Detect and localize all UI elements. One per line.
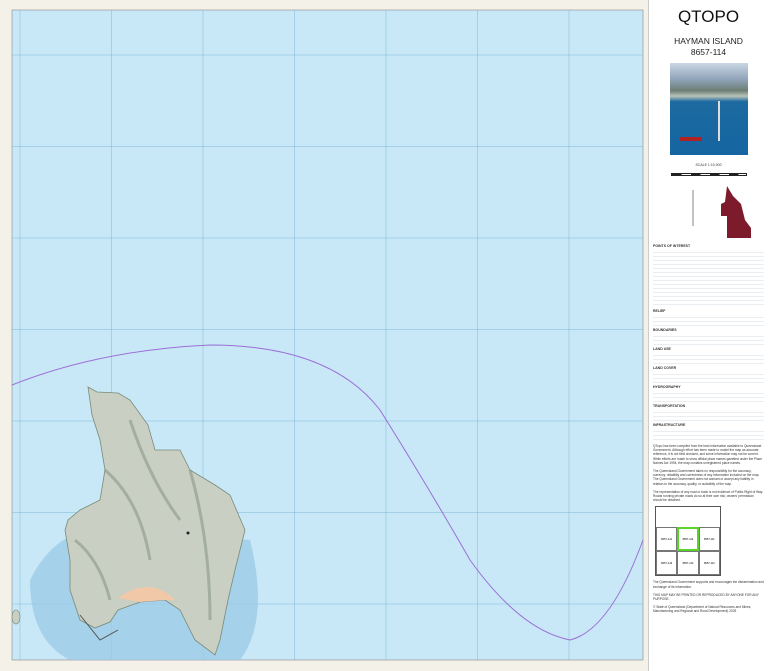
legend-section-title: POINTS OF INTEREST: [653, 244, 691, 248]
topographic-map[interactable]: [0, 0, 648, 671]
locator-area: [649, 176, 768, 242]
adjacent-sheet: 8657-141: [656, 527, 678, 552]
legend-section-title: HYDROGRAPHY: [653, 385, 681, 389]
adjacent-sheet: 8657-143: [656, 551, 678, 576]
legend-section-title: INFRASTRUCTURE: [653, 423, 686, 427]
adjacent-sheet: 8657-114: [677, 527, 699, 552]
copyright: © State of Queensland (Department of Nat…: [653, 605, 752, 614]
islet: [11, 609, 21, 625]
sheet-number: 8657-114: [690, 47, 727, 57]
reproduction-note: THIS MAP MAY BE PRINTED OR REPRODUCED BY…: [653, 592, 759, 602]
legend-items: [653, 333, 764, 345]
legend-items: [653, 428, 764, 440]
legend-items: [653, 371, 764, 383]
legend-items: [653, 249, 764, 307]
cover-photo: [669, 63, 748, 155]
scale-text: SCALE 1:10,000: [695, 163, 722, 167]
legend-items: [653, 390, 764, 402]
legend: POINTS OF INTEREST RELIEF BOUNDARIES LAND U…: [649, 244, 768, 440]
disclaimer-paragraph: QTopo has been compiled from the best in…: [653, 444, 763, 465]
brand-title: QTOPO: [677, 7, 740, 26]
disclaimer-paragraph: The representation of any road or track …: [653, 489, 764, 503]
queensland-shape: [721, 186, 751, 238]
summit-marker: [186, 531, 190, 535]
adjacent-sheet: 8657-112: [698, 551, 720, 576]
disclaimer: QTopo has been compiled from the best in…: [649, 444, 768, 502]
disclaimer-paragraph: The Queensland Government takes no respo…: [653, 469, 760, 486]
adjacent-sheet: 8657-111: [698, 527, 720, 552]
legend-section-title: BOUNDARIES: [653, 328, 677, 332]
legend-section-title: RELIEF: [653, 309, 666, 313]
legend-items: [653, 314, 764, 326]
map-info-panel: QTOPO HAYMAN ISLAND 8657-114 SCALE 1:10,…: [648, 0, 768, 671]
map-name: HAYMAN ISLAND: [674, 36, 743, 46]
footer-note: The Queensland Government supports and e…: [653, 580, 764, 589]
legend-items: [653, 352, 764, 364]
legend-items: [653, 409, 764, 421]
legend-section-title: LAND USE: [653, 347, 671, 351]
legend-section-title: TRANSPORTATION: [653, 404, 686, 408]
adjacent-sheet: 8657-113: [677, 551, 699, 576]
legend-section-title: LAND COVER: [653, 366, 677, 370]
adjacent-sheets-diagram: 8657-141 8657-114 8657-111 8657-143 8657-113…: [655, 506, 721, 577]
queensland-locator-map: [692, 186, 751, 238]
